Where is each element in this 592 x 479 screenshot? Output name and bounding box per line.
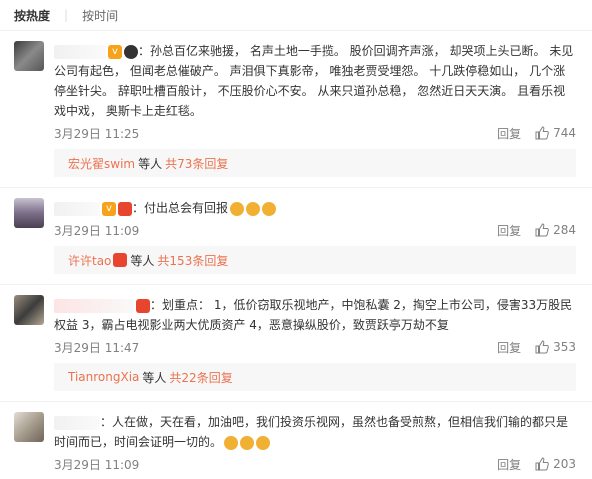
thumbs-up-icon (535, 223, 549, 237)
comment-meta: 3月29日 11:09 回复 284 (54, 218, 576, 242)
reply-button[interactable]: 回复 (497, 222, 521, 239)
avatar[interactable] (14, 295, 44, 325)
like-button[interactable]: 744 (535, 126, 576, 140)
medal-icon (118, 201, 132, 216)
comment-time: 3月29日 11:25 (54, 126, 140, 141)
reply-user[interactable]: 许许tao (68, 252, 111, 269)
reply-mid: 等人 (130, 253, 155, 268)
avatar[interactable] (14, 198, 44, 228)
like-button[interactable]: 353 (535, 340, 576, 354)
reply-count[interactable]: 共153条回复 (157, 252, 228, 269)
avatar[interactable] (14, 412, 44, 442)
muscle-emoji-icon (240, 435, 255, 450)
comment-meta: 3月29日 11:47 回复 353 (54, 335, 576, 359)
like-count: 744 (553, 126, 576, 140)
thumbs-up-icon (535, 126, 549, 140)
comment-time: 3月29日 11:09 (54, 457, 140, 472)
user-name[interactable] (54, 415, 100, 430)
comment-content: ：人在做，天在看，加油吧，我们投资乐视网，虽然也备受煎熬，但相信我们输的都只是时… (54, 412, 576, 452)
like-count: 203 (553, 457, 576, 471)
reply-user[interactable]: TianrongXia (68, 370, 139, 384)
reply-button[interactable]: 回复 (497, 456, 521, 473)
medal-icon (136, 298, 150, 313)
comment-item: v ：孙总百亿来驰援， 名声土地一手揽。 股价回调齐声涨， 却哭项上头已断。 未见… (0, 31, 592, 188)
user-name[interactable] (54, 298, 134, 313)
sort-tabs: 按热度 | 按时间 (0, 0, 592, 31)
reply-summary[interactable]: 宏光翟swim 等人 共73条回复 (54, 149, 576, 177)
reply-count[interactable]: 共22条回复 (169, 369, 232, 386)
reply-button[interactable]: 回复 (497, 339, 521, 356)
comment-meta: 3月29日 11:25 回复 744 (54, 121, 576, 145)
comment-item: ：人在做，天在看，加油吧，我们投资乐视网，虽然也备受煎熬，但相信我们输的都只是时… (0, 402, 592, 476)
reply-count[interactable]: 共73条回复 (165, 155, 228, 172)
vip-badge-icon: v (102, 201, 116, 216)
reply-mid: 等人 (142, 370, 167, 385)
comment-item: v ：付出总会有回报 3月29日 11:09 回复 284 许许tao 等人 共1… (0, 188, 592, 285)
medal-icon (113, 253, 128, 267)
like-button[interactable]: 203 (535, 457, 576, 471)
fist-emoji-icon (230, 201, 245, 216)
user-name[interactable] (54, 201, 100, 216)
like-button[interactable]: 284 (535, 223, 576, 237)
thumbs-up-icon (535, 457, 549, 471)
fist-emoji-icon (262, 201, 277, 216)
tab-by-hotness[interactable]: 按热度 (14, 7, 50, 24)
reply-summary[interactable]: 许许tao 等人 共153条回复 (54, 246, 576, 274)
thumbs-up-icon (535, 340, 549, 354)
comment-content: v ：孙总百亿来驰援， 名声土地一手揽。 股价回调齐声涨， 却哭项上头已断。 未见… (54, 41, 576, 121)
user-name[interactable] (54, 44, 106, 59)
reply-button[interactable]: 回复 (497, 125, 521, 142)
comment-text: ：人在做，天在看，加油吧，我们投资乐视网，虽然也备受煎熬，但相信我们输的都只是时… (54, 415, 569, 449)
comment-content: ：划重点： 1，低价窃取乐视地产，中饱私囊 2，掏空上市公司，侵害33万股民权益… (54, 295, 576, 335)
tab-separator: | (64, 8, 69, 22)
muscle-emoji-icon (224, 435, 239, 450)
reply-summary[interactable]: TianrongXia 等人 共22条回复 (54, 363, 576, 391)
avatar[interactable] (14, 41, 44, 71)
comment-meta: 3月29日 11:09 回复 203 (54, 452, 576, 476)
muscle-emoji-icon (256, 435, 271, 450)
comment-text: ：付出总会有回报 (132, 201, 229, 215)
comment-item: ：划重点： 1，低价窃取乐视地产，中饱私囊 2，掏空上市公司，侵害33万股民权益… (0, 285, 592, 402)
like-count: 353 (553, 340, 576, 354)
comment-time: 3月29日 11:09 (54, 223, 140, 238)
comment-content: v ：付出总会有回报 (54, 198, 576, 218)
like-count: 284 (553, 223, 576, 237)
panda-icon (124, 44, 138, 59)
vip-badge-icon: v (108, 44, 122, 59)
reply-user[interactable]: 宏光翟swim (68, 155, 135, 172)
tab-by-time[interactable]: 按时间 (82, 7, 118, 24)
fist-emoji-icon (246, 201, 261, 216)
reply-mid: 等人 (138, 156, 163, 171)
comment-time: 3月29日 11:47 (54, 340, 140, 355)
